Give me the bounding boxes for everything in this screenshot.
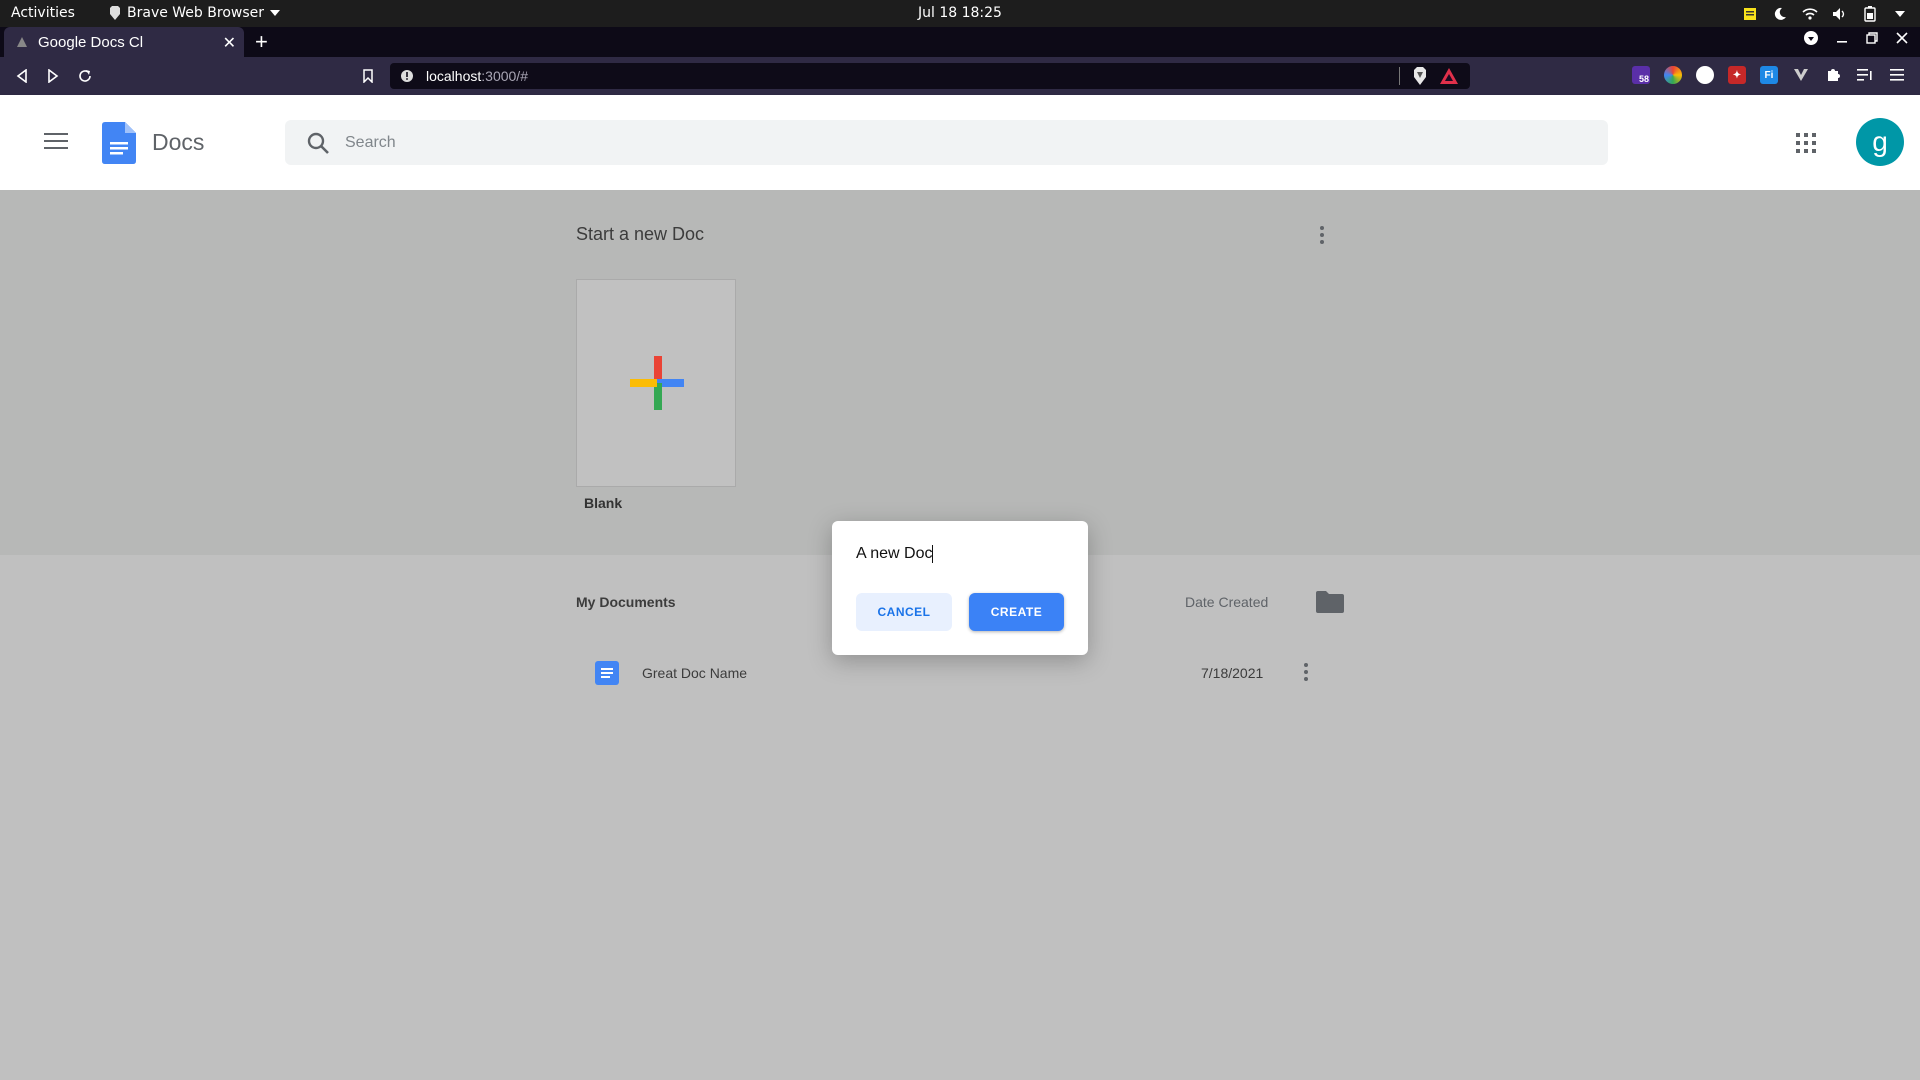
battery-icon[interactable] xyxy=(1862,5,1878,22)
minimize-icon[interactable] xyxy=(1836,32,1848,44)
document-menu-icon[interactable] xyxy=(1304,663,1308,681)
white-circle-extension-icon[interactable] xyxy=(1696,66,1714,84)
blank-doc-label: Blank xyxy=(584,495,623,511)
red-extension-icon[interactable]: ✦ xyxy=(1728,66,1746,84)
new-doc-dialog: A new Doc CANCEL CREATE xyxy=(832,521,1088,655)
extension-badge-count: 58 xyxy=(1638,74,1649,84)
extensions-bar: 58 ✦ Fi xyxy=(1632,66,1906,84)
browser-toolbar: localhost:3000/# 58 ✦ Fi xyxy=(0,57,1920,95)
cancel-button[interactable]: CANCEL xyxy=(856,593,952,631)
start-new-doc-section: Start a new Doc Blank xyxy=(0,190,1920,555)
puzzle-extensions-icon[interactable] xyxy=(1824,66,1842,84)
menu-icon[interactable] xyxy=(44,133,68,151)
browser-tab[interactable]: Google Docs Cl ✕ xyxy=(4,27,244,57)
document-name[interactable]: Great Doc Name xyxy=(642,665,747,681)
doc-name-value: A new Doc xyxy=(856,545,933,563)
start-section-heading: Start a new Doc xyxy=(576,224,705,244)
brave-rewards-icon[interactable] xyxy=(1440,68,1458,84)
bookmark-button[interactable] xyxy=(358,66,378,86)
search-icon xyxy=(307,132,329,154)
notes-icon[interactable] xyxy=(1742,6,1758,22)
search-bar[interactable] xyxy=(285,120,1608,165)
address-bar[interactable]: localhost:3000/# xyxy=(390,63,1470,89)
site-info-icon[interactable] xyxy=(400,69,414,83)
v-extension-icon[interactable] xyxy=(1792,66,1810,84)
bookmark-icon xyxy=(363,69,373,83)
blank-doc-card[interactable] xyxy=(576,279,736,487)
color-picker-extension-icon[interactable] xyxy=(1664,66,1682,84)
tab-search-icon[interactable] xyxy=(1804,31,1818,45)
close-window-icon[interactable] xyxy=(1896,32,1908,44)
browser-menu-icon[interactable] xyxy=(1888,66,1906,84)
template-menu-icon[interactable] xyxy=(1320,226,1324,244)
clock[interactable]: Jul 18 18:25 xyxy=(0,5,1920,21)
document-date: 7/18/2021 xyxy=(1201,665,1264,681)
window-controls xyxy=(1804,31,1908,45)
tab-close-icon[interactable]: ✕ xyxy=(223,33,236,53)
forward-button[interactable] xyxy=(43,66,63,86)
back-button[interactable] xyxy=(12,66,32,86)
back-icon xyxy=(16,69,27,83)
system-tray[interactable] xyxy=(1742,4,1908,23)
text-caret xyxy=(932,545,934,563)
browser-tab-strip: Google Docs Cl ✕ + xyxy=(0,27,1920,57)
url-path: :3000/# xyxy=(481,68,528,84)
system-menu-chevron-icon[interactable] xyxy=(1892,6,1908,22)
brave-shields-icon[interactable] xyxy=(1412,67,1428,85)
address-bar-actions xyxy=(1399,67,1458,85)
app-header: Docs g xyxy=(0,95,1920,190)
reload-icon xyxy=(79,70,91,82)
tab-title: Google Docs Cl xyxy=(38,33,144,51)
address-bar-divider xyxy=(1399,67,1400,85)
system-top-bar: Activities Brave Web Browser Jul 18 18:2… xyxy=(0,0,1920,27)
apps-grid-icon[interactable] xyxy=(1796,133,1816,153)
volume-icon[interactable] xyxy=(1832,6,1848,22)
table-row[interactable]: Great Doc Name 7/18/2021 xyxy=(576,655,1316,695)
new-tab-button[interactable]: + xyxy=(255,29,268,55)
forward-icon xyxy=(48,69,59,83)
folder-icon[interactable] xyxy=(1316,591,1344,613)
avatar[interactable]: g xyxy=(1856,118,1904,166)
docs-logo-icon xyxy=(102,122,136,164)
app-title: Docs xyxy=(152,129,205,155)
night-mode-icon[interactable] xyxy=(1772,6,1788,22)
document-icon xyxy=(595,661,619,685)
my-documents-heading: My Documents xyxy=(576,594,676,610)
search-input[interactable] xyxy=(345,133,1345,152)
date-created-column-header[interactable]: Date Created xyxy=(1185,594,1268,610)
url-host: localhost xyxy=(426,68,482,84)
tab-favicon-icon xyxy=(17,37,27,47)
plus-icon xyxy=(630,356,684,410)
doc-name-input[interactable]: A new Doc xyxy=(856,545,1056,563)
reload-button[interactable] xyxy=(75,66,95,86)
playlist-icon[interactable] xyxy=(1856,66,1874,84)
blue-extension-icon[interactable]: Fi xyxy=(1760,66,1778,84)
wifi-icon[interactable] xyxy=(1802,6,1818,22)
create-button[interactable]: CREATE xyxy=(969,593,1064,631)
extension-badge-icon[interactable]: 58 xyxy=(1632,66,1650,84)
restore-icon[interactable] xyxy=(1866,32,1878,44)
